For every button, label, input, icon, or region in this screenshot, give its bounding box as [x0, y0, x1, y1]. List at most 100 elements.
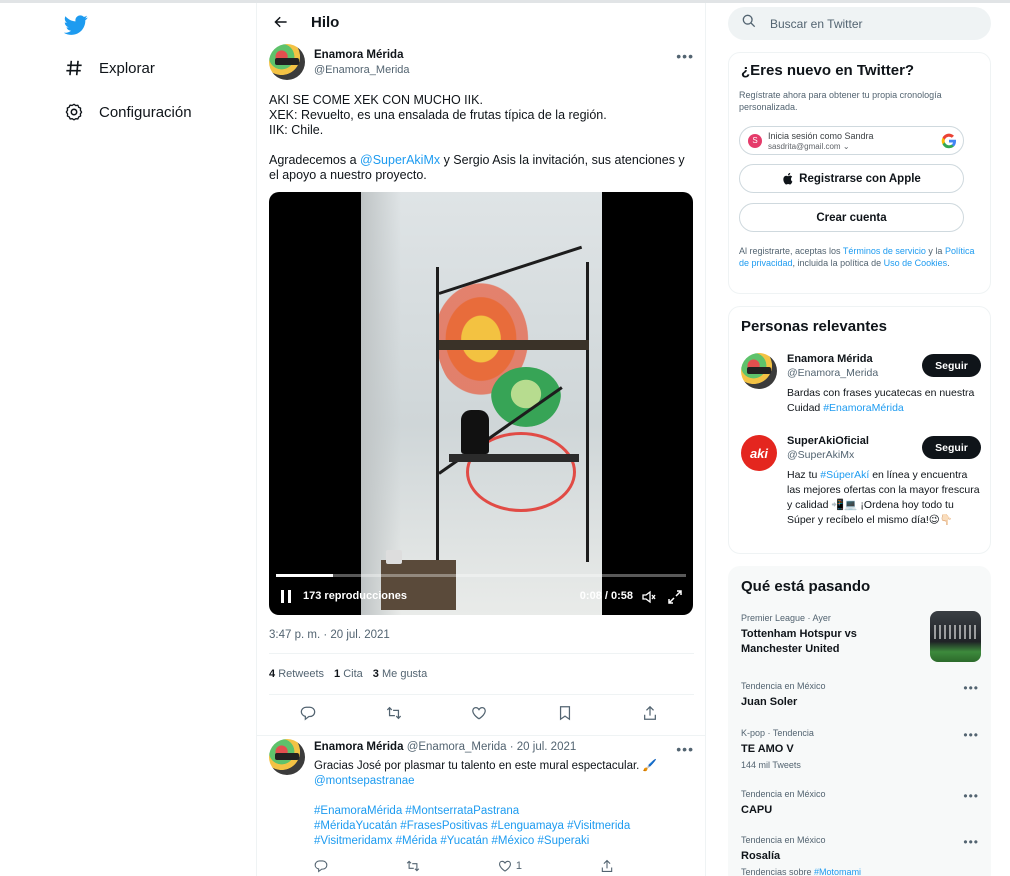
trend-context: Tendencia en México	[741, 681, 826, 691]
hashtag-link[interactable]: #SúperAkí	[820, 469, 869, 481]
trend-title: Juan Soler	[741, 696, 798, 708]
retweets-stat[interactable]: 4 Retweets	[269, 668, 324, 680]
hashtag-link[interactable]: #EnamoraMérida	[823, 402, 904, 414]
follow-button[interactable]: Seguir	[922, 436, 981, 459]
trend-title: CAPU	[741, 804, 773, 816]
nav-settings[interactable]: Configuración	[64, 97, 192, 127]
apple-signup-label: Registrarse con Apple	[799, 172, 921, 185]
video-progress-bar[interactable]	[276, 574, 686, 577]
relevant-title: Personas relevantes	[741, 318, 887, 335]
twitter-logo-icon[interactable]	[63, 13, 88, 37]
like-count: 1	[515, 860, 523, 872]
google-icon	[941, 133, 957, 149]
more-options-icon[interactable]: •••	[963, 681, 979, 695]
apple-icon	[782, 172, 793, 185]
cookies-link[interactable]: Uso de Cookies	[884, 258, 948, 268]
bookmark-icon[interactable]	[556, 704, 574, 722]
more-options-icon[interactable]: •••	[676, 741, 694, 757]
reply-meta: @Enamora_Merida · 20 jul. 2021	[406, 741, 577, 753]
tweet-line: XEK: Revuelto, es una ensalada de frutas…	[269, 108, 607, 122]
retweet-icon[interactable]	[385, 704, 403, 722]
like-button[interactable]: 1	[498, 859, 522, 873]
more-options-icon[interactable]: •••	[963, 789, 979, 803]
trend-item[interactable]: Tendencia en México Rosalía Tendencias s…	[741, 835, 981, 876]
retweet-icon[interactable]	[406, 859, 420, 873]
thread-header: Hilo	[257, 3, 705, 41]
mention-link[interactable]: @SuperAkiMx	[360, 153, 440, 167]
reply-header: Enamora Mérida @Enamora_Merida · 20 jul.…	[314, 741, 576, 753]
pause-icon[interactable]	[281, 590, 291, 603]
trend-context: K-pop · Tendencia	[741, 728, 814, 738]
quotes-label: Cita	[343, 668, 363, 680]
person-item[interactable]: Enamora Mérida @Enamora_Merida Bardas co…	[741, 353, 981, 423]
search-box[interactable]	[728, 7, 991, 40]
signup-subtitle: Regístrate ahora para obtener tu propia …	[739, 90, 942, 112]
legal-span: , incluida la política de	[792, 258, 884, 268]
more-options-icon[interactable]: •••	[963, 835, 979, 849]
terms-link[interactable]: Términos de servicio	[843, 246, 926, 256]
reply-icon[interactable]	[299, 704, 317, 722]
tweet-timestamp[interactable]: 3:47 p. m. · 20 jul. 2021	[269, 629, 390, 641]
more-options-icon[interactable]: •••	[676, 48, 694, 64]
trend-title: TE AMO V	[741, 743, 794, 755]
avatar[interactable]	[269, 739, 305, 775]
person-bio: Bardas con frases yucatecas en nuestra C…	[787, 386, 982, 416]
google-signin-button[interactable]: S Inicia sesión como Sandra sasdrita@gma…	[739, 126, 964, 155]
trend-context: Tendencia en México	[741, 789, 826, 799]
hashtag-links[interactable]: #MéridaYucatán #FrasesPositivas #Lenguam…	[314, 819, 689, 834]
trend-item[interactable]: Tendencia en México CAPU •••	[741, 789, 981, 818]
trend-item[interactable]: Premier League · Ayer Tottenham Hotspur …	[741, 611, 981, 662]
reply-actions: 1	[314, 859, 614, 873]
google-email-text: sasdrita@gmail.com	[768, 142, 841, 151]
share-icon[interactable]	[641, 704, 659, 722]
tweet-author[interactable]: Enamora Mérida @Enamora_Merida	[269, 44, 694, 80]
text-span: Agradecemos a	[269, 153, 361, 167]
gear-icon	[64, 102, 84, 122]
fullscreen-icon[interactable]	[667, 589, 683, 605]
likes-label: Me gusta	[381, 668, 428, 680]
nav-explore-label: Explorar	[99, 59, 155, 77]
share-icon[interactable]	[600, 859, 614, 873]
divider	[269, 694, 694, 695]
mention-link[interactable]: @montsepastranae	[314, 774, 689, 789]
legal-span: Al registrarte, aceptas los	[739, 246, 843, 256]
avatar[interactable]	[269, 44, 305, 80]
reply-tweet[interactable]: Enamora Mérida @Enamora_Merida · 20 jul.…	[269, 739, 694, 873]
reply-text: Gracias José por plasmar tu talento en e…	[314, 759, 689, 849]
aki-logo[interactable]: aki	[741, 435, 777, 471]
legal-text: Al registrarte, aceptas los Términos de …	[739, 245, 979, 269]
like-icon[interactable]	[470, 704, 488, 722]
hashtag-links[interactable]: #EnamoraMérida #MontserrataPastrana	[314, 804, 689, 819]
trend-count: 144 mil Tweets	[741, 760, 801, 770]
hashtag-link[interactable]: #Motomami	[814, 867, 861, 876]
main-tweet: Enamora Mérida @Enamora_Merida ••• AKI S…	[269, 44, 694, 721]
create-account-button[interactable]: Crear cuenta	[739, 203, 964, 232]
video-time: 0:08 / 0:58	[579, 590, 633, 602]
more-options-icon[interactable]: •••	[963, 728, 979, 742]
trend-item[interactable]: K-pop · Tendencia TE AMO V 144 mil Tweet…	[741, 728, 981, 770]
trend-item[interactable]: Tendencia en México Juan Soler •••	[741, 681, 981, 710]
relevant-people-card: Personas relevantes Enamora Mérida @Enam…	[728, 306, 991, 554]
mute-icon[interactable]	[641, 589, 657, 605]
follow-button[interactable]: Seguir	[922, 354, 981, 377]
retweets-label: Retweets	[278, 668, 325, 680]
likes-count: 3	[372, 668, 379, 680]
likes-stat[interactable]: 3 Me gusta	[373, 668, 427, 680]
avatar[interactable]	[741, 353, 777, 389]
nav-settings-label: Configuración	[99, 103, 192, 121]
back-arrow-icon[interactable]	[271, 12, 291, 32]
search-input[interactable]	[770, 16, 970, 31]
apple-signup-button[interactable]: Registrarse con Apple	[739, 164, 964, 193]
quotes-stat[interactable]: 1 Cita	[334, 668, 363, 680]
hashtag-links[interactable]: #Visitmeridamx #Mérida #Yucatán #México …	[314, 834, 689, 849]
person-item[interactable]: aki SuperAkiOficial @SuperAkiMx Haz tu #…	[741, 435, 981, 547]
tweet-line: AKI SE COME XEK CON MUCHO IIK.	[269, 93, 483, 107]
trend-sub-text: Tendencias sobre	[741, 867, 815, 876]
bio-span: Haz tu	[787, 469, 821, 481]
video-player[interactable]: 173 reproducciones 0:08 / 0:58	[269, 192, 693, 615]
nav-explore[interactable]: Explorar	[64, 53, 155, 83]
google-signin-label: Inicia sesión como Sandra	[768, 131, 874, 141]
trend-sub: Tendencias sobre #Motomami	[741, 867, 981, 876]
reply-icon[interactable]	[314, 859, 328, 873]
create-account-label: Crear cuenta	[816, 211, 887, 224]
